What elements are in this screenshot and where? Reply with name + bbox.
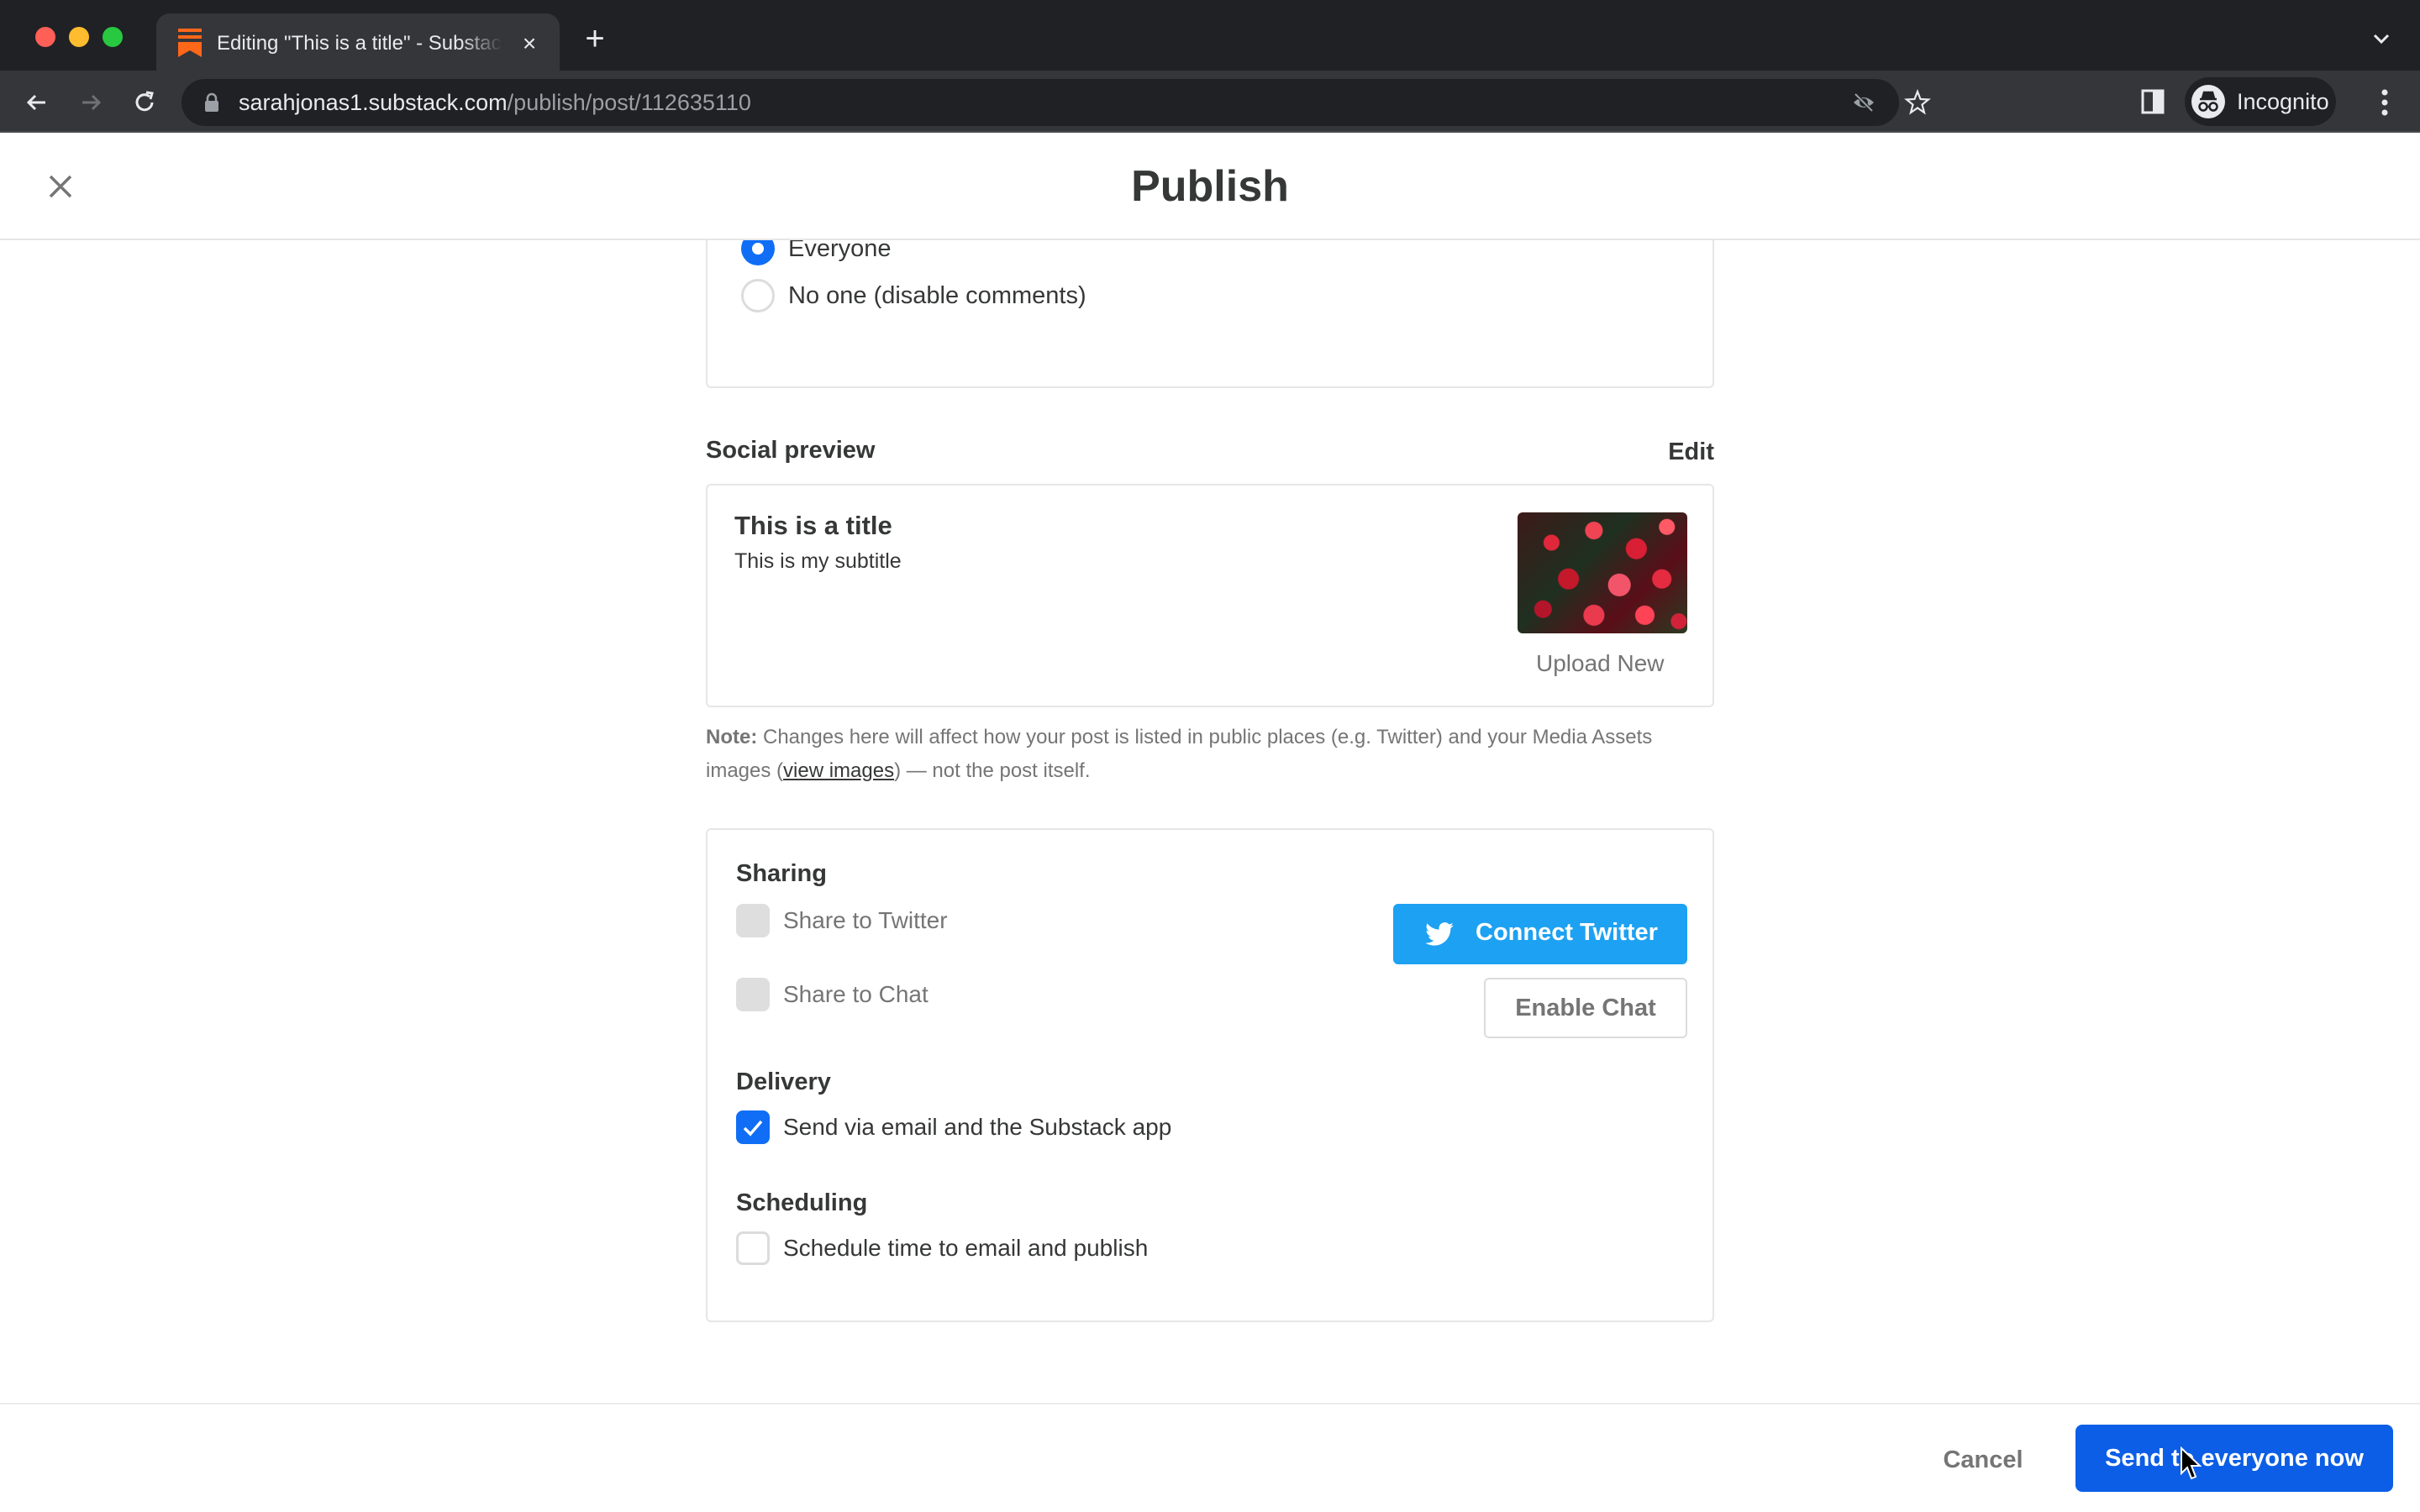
tab-search-chevron-icon[interactable] xyxy=(2370,27,2393,50)
forward-button[interactable] xyxy=(74,86,108,119)
url-text: sarahjonas1.substack.com/publish/post/11… xyxy=(239,89,751,116)
tab-title: Editing "This is a title" - Substack xyxy=(217,32,502,55)
publish-footer: Cancel Send to everyone now xyxy=(0,1403,2420,1512)
social-preview-image xyxy=(1518,512,1687,633)
incognito-label: Incognito xyxy=(2237,89,2329,114)
share-twitter-checkbox[interactable] xyxy=(736,904,770,937)
browser-toolbar: sarahjonas1.substack.com/publish/post/11… xyxy=(0,71,2420,133)
scheduling-heading: Scheduling xyxy=(736,1189,868,1216)
browser-chrome: Editing "This is a title" - Substack × +… xyxy=(0,0,2420,133)
send-to-everyone-button[interactable]: Send to everyone now xyxy=(2075,1425,2393,1492)
publish-page: Publish Allow comments from... Everyone … xyxy=(0,133,2420,1512)
side-panel-icon[interactable] xyxy=(2141,89,2165,114)
radio-label: No one (disable comments) xyxy=(788,282,1086,309)
url-host: sarahjonas1.substack.com xyxy=(239,90,508,115)
view-images-link[interactable]: view images xyxy=(783,759,894,782)
browser-tab-active[interactable]: Editing "This is a title" - Substack × xyxy=(156,13,560,71)
schedule-checkbox[interactable] xyxy=(736,1231,770,1265)
incognito-icon xyxy=(2191,85,2225,118)
lock-icon xyxy=(205,92,218,112)
window-close-button[interactable] xyxy=(35,27,55,47)
tab-strip: Editing "This is a title" - Substack × + xyxy=(0,0,2420,71)
share-chat-checkbox[interactable] xyxy=(736,978,770,1011)
back-button[interactable] xyxy=(20,86,54,119)
new-tab-button[interactable]: + xyxy=(580,22,610,55)
window-minimize-button[interactable] xyxy=(69,27,89,47)
reload-icon xyxy=(135,91,154,112)
upload-new-button[interactable]: Upload New xyxy=(1536,650,1665,677)
checkmark-icon xyxy=(743,1120,763,1137)
send-email-label: Send via email and the Substack app xyxy=(783,1114,1172,1140)
sharing-heading: Sharing xyxy=(736,860,827,887)
share-twitter-label: Share to Twitter xyxy=(783,907,948,933)
cancel-button[interactable]: Cancel xyxy=(1924,1436,2042,1483)
social-preview-note: Note: Changes here will affect how your … xyxy=(706,721,1714,788)
arrow-left-icon xyxy=(26,94,45,111)
url-path: /publish/post/112635110 xyxy=(507,90,751,115)
social-preview-subtitle: This is my subtitle xyxy=(734,549,902,573)
delivery-heading: Delivery xyxy=(736,1068,831,1095)
tab-close-icon[interactable]: × xyxy=(516,30,543,57)
social-preview-edit-link[interactable]: Edit xyxy=(1668,438,1714,466)
distribution-card: Sharing Share to Twitter Connect Twitter… xyxy=(706,828,1714,1322)
social-preview-heading: Social preview xyxy=(706,437,876,464)
radio-no-one[interactable] xyxy=(741,279,775,312)
reload-button[interactable] xyxy=(128,86,161,119)
connect-twitter-label: Connect Twitter xyxy=(1476,919,1658,946)
note-prefix: Note: xyxy=(706,726,758,748)
schedule-label: Schedule time to email and publish xyxy=(783,1235,1149,1261)
send-email-checkbox[interactable] xyxy=(736,1110,770,1144)
twitter-bird-icon xyxy=(1425,922,1454,946)
bookmark-star-icon[interactable] xyxy=(1904,89,1931,116)
enable-chat-label: Enable Chat xyxy=(1515,995,1656,1021)
window-maximize-button[interactable] xyxy=(103,27,123,47)
address-bar[interactable]: sarahjonas1.substack.com/publish/post/11… xyxy=(182,79,1931,126)
mouse-cursor-icon xyxy=(2181,1446,2202,1480)
note-text-end: ) — not the post itself. xyxy=(894,759,1091,782)
arrow-right-icon xyxy=(82,94,102,111)
connect-twitter-button[interactable]: Connect Twitter xyxy=(1393,904,1687,964)
social-preview-title: This is a title xyxy=(734,511,892,540)
eye-slash-icon[interactable] xyxy=(1850,89,1877,116)
page-header: Publish xyxy=(0,133,2420,240)
incognito-profile-button[interactable]: Incognito xyxy=(2185,77,2336,126)
publish-settings: Allow comments from... Everyone No one (… xyxy=(706,133,1714,1403)
page-title: Publish xyxy=(1131,162,1289,211)
share-chat-label: Share to Chat xyxy=(783,981,929,1007)
substack-favicon-icon xyxy=(178,29,202,57)
social-preview-card: This is a title This is my subtitle Uplo… xyxy=(706,484,1714,707)
more-menu-icon[interactable] xyxy=(2371,86,2398,119)
enable-chat-button[interactable]: Enable Chat xyxy=(1484,978,1687,1038)
